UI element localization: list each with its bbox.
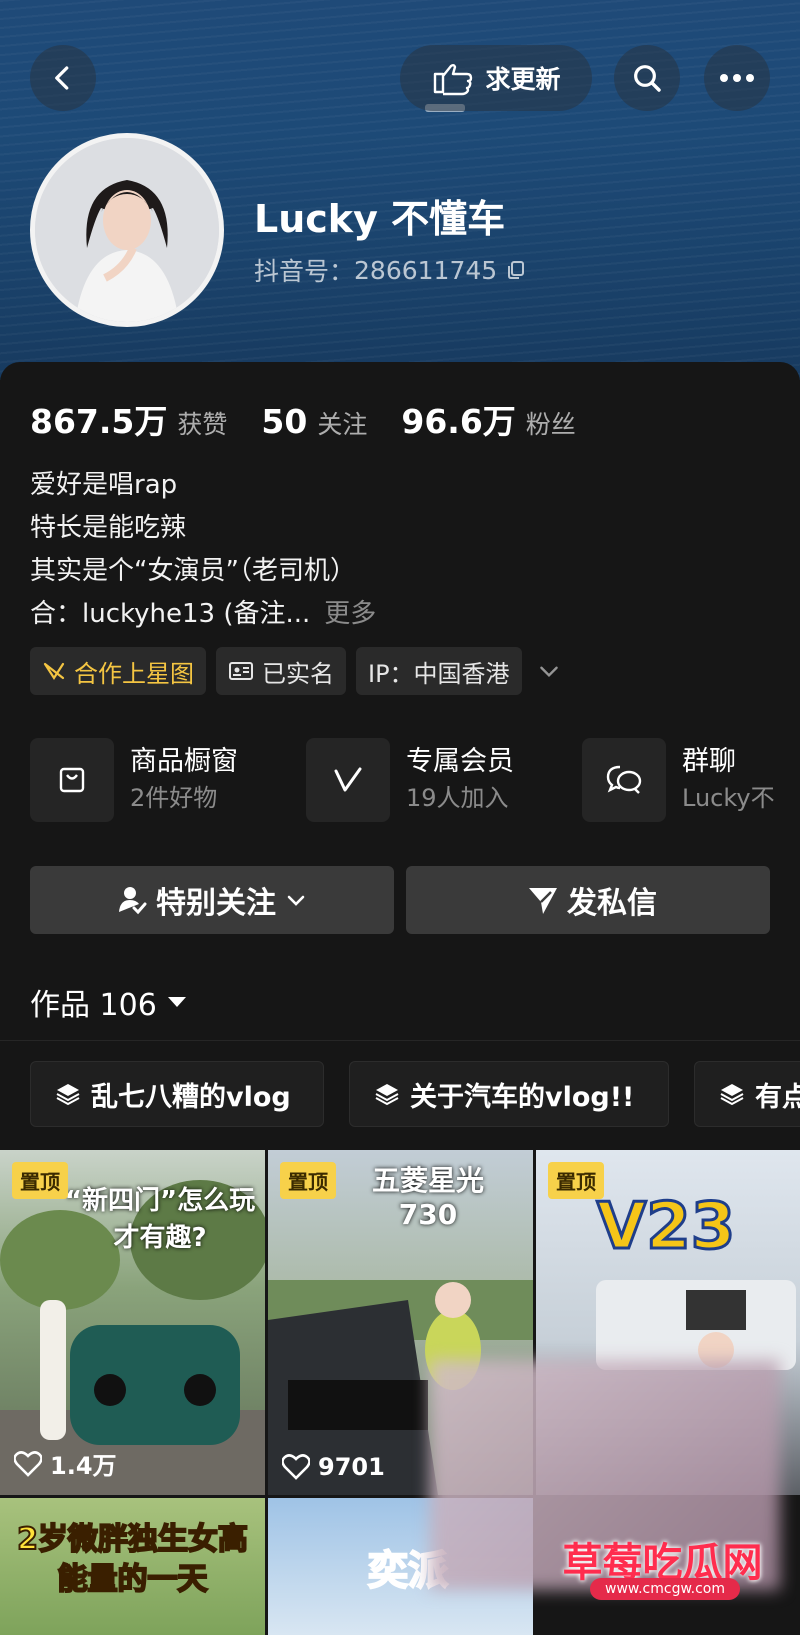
pinned-badge: 置顶 [12,1162,68,1199]
special-follow-button[interactable]: 特别关注 [30,866,394,934]
bio-line-last: 合：luckyhe13 (备注... 更多 [30,593,376,636]
tags-row: 合作上星图 已实名 IP：中国香港 [30,647,562,695]
send-message-button[interactable]: 发私信 [406,866,770,934]
douyin-id-label: 抖音号： [254,257,355,286]
group-chat-entry[interactable]: 群聊 Lucky不 [582,738,775,822]
more-options-button[interactable] [704,45,770,111]
video-overlay-text: V23 [595,1189,737,1266]
collection-label: 乱七八糟的vlog [91,1081,291,1113]
avatar[interactable] [30,133,224,327]
membership-title: 专属会员 [406,746,514,777]
video-likes: 9701 [282,1453,385,1481]
chevron-down-icon[interactable] [536,658,562,684]
collection-chip[interactable]: 有点 [694,1061,800,1127]
shopping-bag-icon [59,767,85,793]
video-likes-count: 9701 [318,1453,385,1481]
request-update-label: 求更新 [485,65,561,94]
heart-icon [282,1454,310,1480]
profile-name: Lucky 不懂车 [254,197,506,241]
video-thumbnail[interactable]: “新四门”怎么玩才有趣? 置顶 1.4万 [0,1150,265,1495]
bio-line: 特长是能吃辣 [30,513,187,543]
request-update-button[interactable]: 求更新 [400,45,592,111]
heart-icon [14,1450,42,1477]
star-map-label: 合作上星图 [74,659,194,688]
layers-icon [56,1084,80,1106]
collection-chip[interactable]: 乱七八糟的vlog [30,1061,324,1127]
ip-location-tag: IP：中国香港 [356,647,522,695]
send-icon [529,888,557,914]
works-tab[interactable]: 作品 106 [30,980,187,1024]
group-chat-sub: Lucky不 [682,784,775,812]
services-row: 商品橱窗 2件好物 专属会员 19人加入 群聊 Lucky不 [30,738,800,824]
caret-down-icon [167,997,186,1007]
works-label: 作品 106 [30,988,157,1023]
chat-icon-box [582,738,666,822]
send-message-label: 发私信 [567,886,657,921]
membership-sub: 19人加入 [406,784,509,812]
stats-row: 867.5万 获赞 50 关注 96.6万 粉丝 [30,395,610,443]
vip-v-icon [334,767,362,792]
followers-count[interactable]: 96.6万 [401,395,515,443]
collection-chip[interactable]: 关于汽车的vlog!! [349,1061,669,1127]
pinned-badge: 置顶 [548,1162,604,1199]
membership-entry[interactable]: 专属会员 19人加入 [306,738,514,822]
divider [0,1040,800,1041]
vip-icon-box [306,738,390,822]
video-thumbnail[interactable]: 2岁微胖独生女高能量的一天 [0,1498,265,1635]
watermark-url: www.cmcgw.com [590,1578,740,1600]
collection-label: 关于汽车的vlog!! [410,1081,635,1113]
layers-icon [375,1084,399,1106]
video-likes: 1.4万 [14,1446,117,1481]
group-chat-icon [606,765,642,794]
shopping-bag-icon-box [30,738,114,822]
collection-label: 有点 [755,1081,800,1113]
bio-more-link[interactable]: 更多 [324,599,376,629]
copy-icon[interactable] [505,259,527,281]
bio-line: 其实是个“女演员”（老司机） [30,556,356,586]
verified-label: 已实名 [262,659,334,688]
avatar-photo [35,138,219,322]
video-overlay-text: 五菱星光730 [371,1164,484,1231]
likes-count: 867.5万 [30,402,168,441]
shop-window-sub: 2件好物 [130,784,218,812]
video-overlay-text: “新四门”怎么玩才有趣? [64,1186,256,1253]
bio-line: 合：luckyhe13 (备注... [30,599,311,629]
search-icon [634,65,661,92]
back-button[interactable] [30,45,96,111]
user-follow-icon [119,887,147,915]
search-button[interactable] [614,45,680,111]
shop-window-title: 商品橱窗 [130,746,238,777]
id-card-icon [229,662,253,680]
bio: 爱好是唱rap 特长是能吃辣 其实是个“女演员”（老司机） 合：luckyhe1… [30,464,376,636]
watermark-title: 草莓吃瓜网 [562,1540,763,1586]
chevron-left-icon [55,66,69,90]
video-likes-count: 1.4万 [50,1452,117,1480]
pinned-badge: 置顶 [280,1162,336,1199]
hand-point-icon [434,64,473,96]
douyin-id[interactable]: 抖音号： 286611745 [254,252,527,288]
star-map-tag[interactable]: 合作上星图 [30,647,206,695]
video-overlay-text: 2岁微胖独生女高能量的一天 [16,1521,249,1598]
following-label[interactable]: 关注 [317,405,367,441]
star-map-icon [43,662,65,681]
followers-label[interactable]: 粉丝 [526,405,576,441]
douyin-id-value: 286611745 [354,255,498,285]
bio-line: 爱好是唱rap [30,470,178,500]
likes-label: 获赞 [177,410,228,439]
shop-window-entry[interactable]: 商品橱窗 2件好物 [30,738,238,822]
layers-icon [720,1084,744,1106]
group-chat-title: 群聊 [682,746,736,777]
collections-row: 乱七八糟的vlog 关于汽车的vlog!! 有点 [30,1061,800,1127]
more-dots-icon [720,74,754,82]
following-count[interactable]: 50 [261,402,307,441]
ip-location-label: IP：中国香港 [368,659,510,688]
verified-tag[interactable]: 已实名 [216,647,346,695]
special-follow-label: 特别关注 [156,886,276,921]
chevron-down-icon [287,895,305,906]
